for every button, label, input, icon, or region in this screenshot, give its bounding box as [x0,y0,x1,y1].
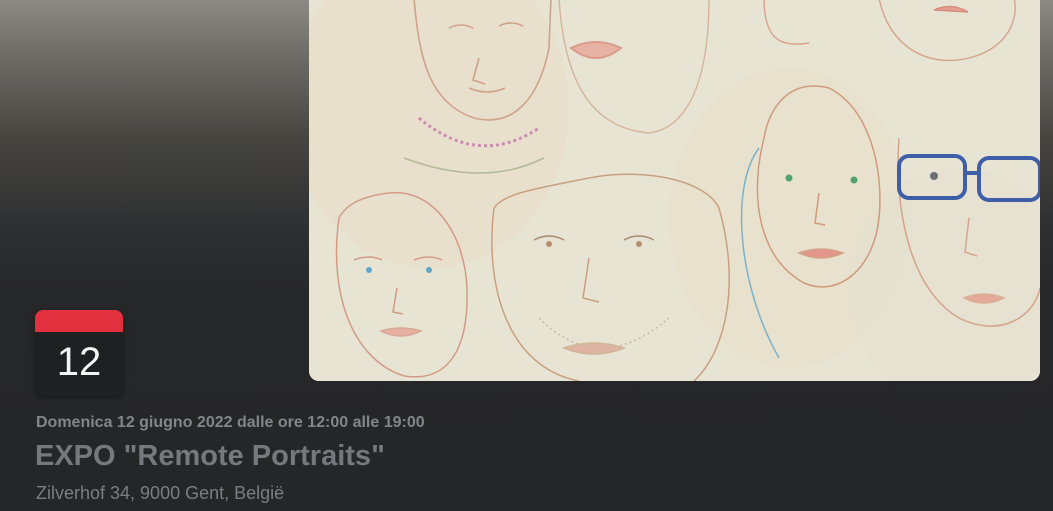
portraits-artwork [309,0,1040,381]
event-hero-image[interactable] [309,0,1040,381]
calendar-header-strip [35,310,123,332]
event-title[interactable]: EXPO "Remote Portraits" [35,440,385,473]
event-date-time: Domenica 12 giugno 2022 dalle ore 12:00 … [36,414,425,431]
calendar-day-number: 12 [56,340,102,384]
event-address[interactable]: Zilverhof 34, 9000 Gent, België [36,483,284,504]
calendar-date-badge: 12 [35,310,123,396]
event-page: { "event": { "day_number": "12", "date_l… [0,0,1053,511]
